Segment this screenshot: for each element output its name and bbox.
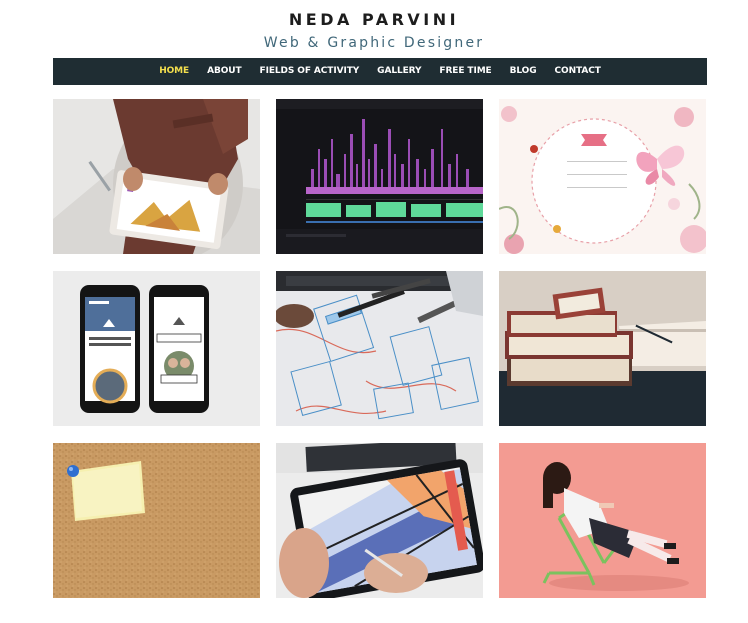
gallery-tile-girl-chair[interactable] [499,443,706,598]
nav-item-fields-of-activity[interactable]: FIELDS OF ACTIVITY [251,58,369,85]
nav-item-about[interactable]: ABOUT [198,58,250,85]
gallery-tile-video-editing[interactable] [276,99,483,254]
site-subtitle: Web & Graphic Designer [263,35,485,51]
gallery-tile-tablet-drawing[interactable] [276,443,483,598]
books-image [499,271,706,426]
nav-item-home[interactable]: HOME [150,58,198,85]
floral-card-image [499,99,706,254]
gallery-grid [53,99,707,598]
gallery-tile-wireframes[interactable] [276,271,483,426]
tablet-drawing-image [276,443,483,598]
main-navbar: HOME ABOUT FIELDS OF ACTIVITY GALLERY FR… [53,58,707,85]
girl-chair-image [499,443,706,598]
nav-item-gallery[interactable]: GALLERY [368,58,430,85]
nav-item-contact[interactable]: CONTACT [546,58,610,85]
nav-item-free-time[interactable]: FREE TIME [430,58,500,85]
video-editing-image [276,99,483,254]
gallery-tile-floral-card[interactable] [499,99,706,254]
gallery-tile-mobile-mockup[interactable] [53,271,260,426]
tablet-design-image [53,99,260,254]
mobile-mockup-image [53,271,260,426]
site-header: NEDA PARVINI Web & Graphic Designer [0,0,748,53]
corkboard-image [53,443,260,598]
gallery-tile-tablet-design[interactable] [53,99,260,254]
gallery-tile-books[interactable] [499,271,706,426]
nav-item-blog[interactable]: BLOG [501,58,546,85]
site-title: NEDA PARVINI [288,10,460,29]
wireframes-image [276,271,483,426]
gallery-tile-corkboard[interactable] [53,443,260,598]
